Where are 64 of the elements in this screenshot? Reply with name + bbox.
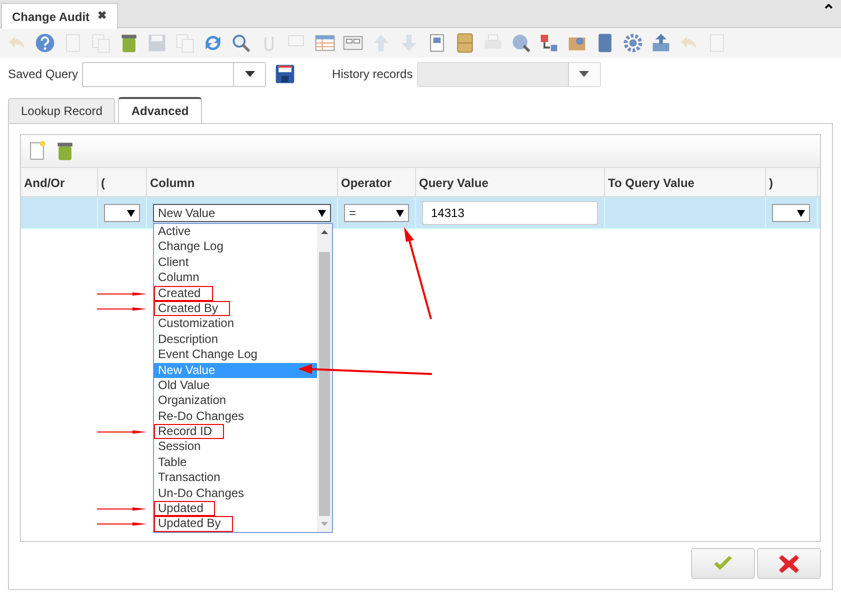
dropdown-option[interactable]: Record ID	[154, 424, 224, 440]
dropdown-option[interactable]: Client	[154, 254, 317, 270]
field-label: Saved Query	[8, 66, 78, 83]
annotation-arrow	[97, 304, 147, 313]
caret-icon	[797, 210, 805, 217]
annotation-arrow	[97, 520, 147, 528]
dropdown-option[interactable]: Updated By	[154, 516, 233, 532]
window-tab[interactable]: Change Audit ✖	[1, 3, 118, 29]
ok-button[interactable]	[691, 548, 755, 579]
column-header: To Query Value	[605, 168, 766, 196]
dropdown-option[interactable]: Transaction	[154, 470, 317, 486]
caret-icon	[127, 210, 135, 217]
tab[interactable]: Advanced	[118, 97, 202, 124]
query-value-field[interactable]: 14313	[422, 200, 598, 224]
annotation-arrow	[97, 505, 147, 514]
column-header: (	[98, 168, 147, 196]
select-field[interactable]: =	[344, 204, 409, 222]
dropdown-button[interactable]	[233, 62, 266, 86]
workflow-icon[interactable]	[538, 32, 560, 54]
scrollbar-thumb[interactable]	[319, 252, 330, 516]
dropdown-option[interactable]: Table	[154, 454, 317, 470]
dropdown-option[interactable]: Created By	[154, 300, 230, 316]
dropdown-option[interactable]: Organization	[154, 393, 317, 409]
cancel-button[interactable]	[757, 548, 821, 579]
column-header: And/Or	[21, 168, 98, 196]
select-field[interactable]	[772, 204, 810, 222]
collapse-button[interactable]: ⌃	[822, 4, 835, 20]
dropdown-option[interactable]: Un-Do Changes	[154, 486, 317, 502]
dropdown-option[interactable]: Re-Do Changes	[154, 408, 317, 424]
column-header: )	[766, 168, 818, 196]
select-field[interactable]: New Value	[153, 204, 331, 222]
export-icon[interactable]	[650, 32, 672, 54]
dropdown-option[interactable]: Old Value	[154, 378, 317, 394]
caret-icon	[244, 70, 255, 77]
annotation-arrow	[97, 290, 147, 298]
select-field[interactable]	[104, 204, 140, 222]
tab-title: Change Audit	[12, 8, 90, 26]
search-icon[interactable]	[230, 32, 252, 54]
tab[interactable]: Lookup Record	[8, 98, 116, 123]
close-icon[interactable]: ✖	[98, 8, 107, 25]
cabinet-icon[interactable]	[454, 32, 476, 54]
field-label: History records	[332, 66, 413, 83]
caret-icon	[396, 210, 404, 217]
dropdown-field[interactable]	[82, 62, 266, 86]
table-icon[interactable]	[314, 32, 336, 54]
dropdown-option[interactable]: Customization	[154, 316, 317, 332]
caret-icon	[579, 70, 590, 77]
dropdown-option[interactable]: Created	[154, 286, 213, 301]
column-header: Operator	[338, 168, 416, 196]
dropdown-option[interactable]: Change Log	[154, 239, 317, 255]
settings-icon[interactable]	[622, 32, 644, 54]
dropdown-option[interactable]: Description	[154, 332, 317, 348]
annotation-arrow	[97, 428, 147, 436]
save-query-icon[interactable]	[274, 63, 296, 85]
column-header: Column	[147, 168, 338, 196]
column-header: Query Value	[416, 168, 605, 196]
caret-icon	[318, 210, 326, 217]
dropdown-option[interactable]: Updated	[154, 501, 216, 516]
help-icon[interactable]	[34, 32, 56, 54]
dropdown-option[interactable]: Session	[154, 439, 317, 455]
dropdown-option[interactable]: Column	[154, 270, 317, 286]
dropdown-option[interactable]: Event Change Log	[154, 347, 317, 363]
zoom-icon[interactable]	[510, 32, 532, 54]
scrollbar[interactable]	[317, 224, 332, 532]
